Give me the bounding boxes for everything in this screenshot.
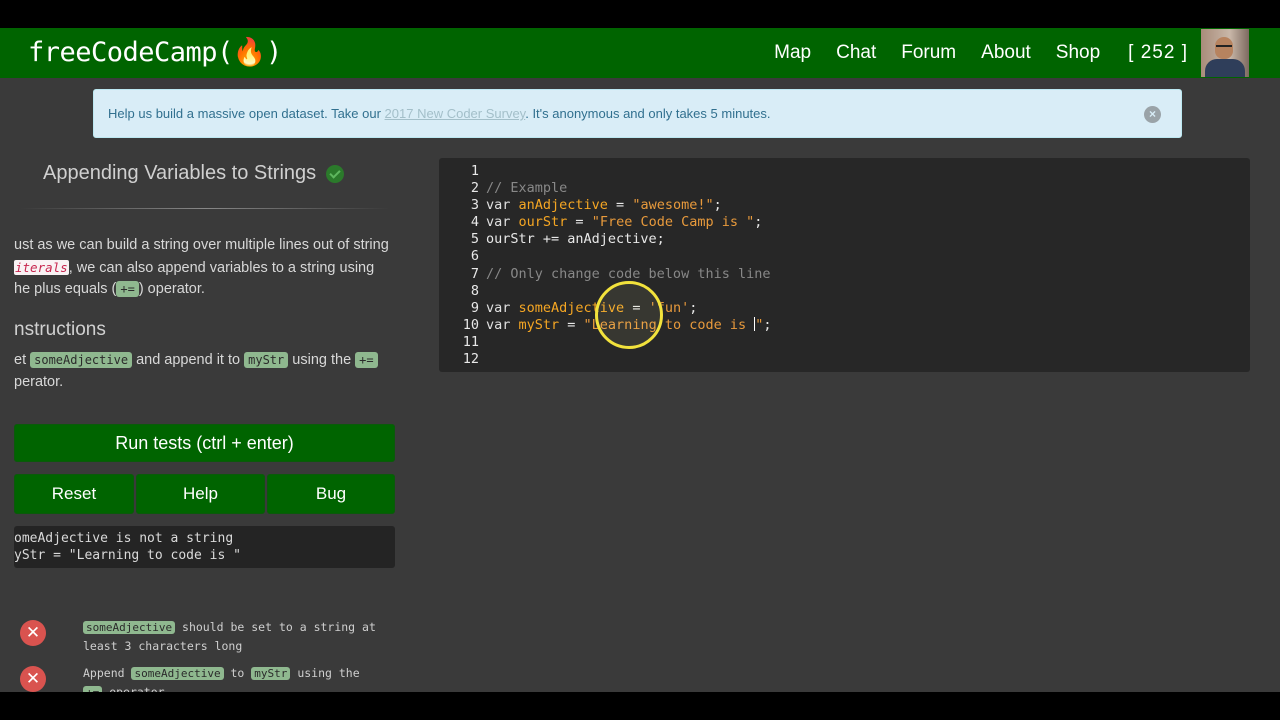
nav-menu: Map Chat Forum About Shop [ 252 ] [749, 28, 1188, 78]
survey-banner: Help us build a massive open dataset. Ta… [93, 89, 1182, 138]
help-button[interactable]: Help [136, 474, 265, 514]
banner-text: Help us build a massive open dataset. Ta… [108, 106, 771, 121]
inline-code: += [355, 352, 378, 368]
brand-logo[interactable]: freeCodeCamp(🔥) [28, 36, 282, 68]
navbar: freeCodeCamp(🔥) Map Chat Forum About Sho… [0, 28, 1280, 78]
lesson-description: ust as we can build a string over multip… [14, 237, 389, 297]
inline-code: someAdjective [30, 352, 133, 368]
nav-forum[interactable]: Forum [901, 42, 956, 64]
check-icon [326, 164, 345, 183]
test-text: someAdjective should be set to a string … [83, 620, 376, 653]
run-tests-button[interactable]: Run tests (ctrl + enter) [14, 424, 395, 462]
nav-shop[interactable]: Shop [1056, 42, 1100, 64]
lesson-title: Appending Variables to Strings [43, 162, 345, 185]
output-console: omeAdjective is not a string yStr = "Lea… [14, 526, 395, 568]
code-line: ourStr += anAdjective; [486, 231, 665, 248]
inline-code: iterals [14, 259, 69, 275]
code-editor[interactable]: 1 2 3 4 5 6 7 8 9 10 11 12 // Example var… [439, 158, 1250, 372]
code-line: var anAdjective = "awesome!"; [486, 197, 722, 214]
nav-map[interactable]: Map [774, 42, 811, 64]
code-line: // Example [486, 180, 568, 197]
code-line: ​ [486, 351, 772, 368]
close-icon[interactable]: × [1144, 106, 1161, 123]
nav-about[interactable]: About [981, 42, 1031, 64]
survey-link[interactable]: 2017 New Coder Survey [385, 106, 526, 121]
inline-code: += [116, 281, 139, 297]
nav-chat[interactable]: Chat [836, 42, 876, 64]
instructions-text: et someAdjective and append it to myStr … [14, 350, 404, 393]
code-line: var ourStr = "Free Code Camp is "; [486, 214, 763, 231]
fail-icon: ✕ [20, 666, 46, 692]
browser-viewport: freeCodeCamp(🔥) Map Chat Forum About Sho… [0, 28, 1280, 692]
reset-button[interactable]: Reset [14, 474, 134, 514]
divider [20, 208, 390, 209]
letterbox-bottom [0, 692, 1280, 720]
fail-icon: ✕ [20, 620, 46, 646]
inline-code: myStr [244, 352, 289, 368]
lesson-panel: Appending Variables to Strings ust as we… [0, 158, 420, 692]
bug-button[interactable]: Bug [267, 474, 395, 514]
line-numbers: 1 2 3 4 5 6 7 8 9 10 11 12 [462, 163, 479, 368]
cursor-highlight [595, 281, 663, 349]
code-line: ​ [486, 248, 772, 265]
points-counter[interactable]: [ 252 ] [1128, 42, 1188, 64]
test-text: Append someAdjective to myStr using the … [83, 664, 393, 692]
instructions-heading: nstructions [14, 319, 106, 340]
avatar[interactable] [1201, 29, 1249, 77]
